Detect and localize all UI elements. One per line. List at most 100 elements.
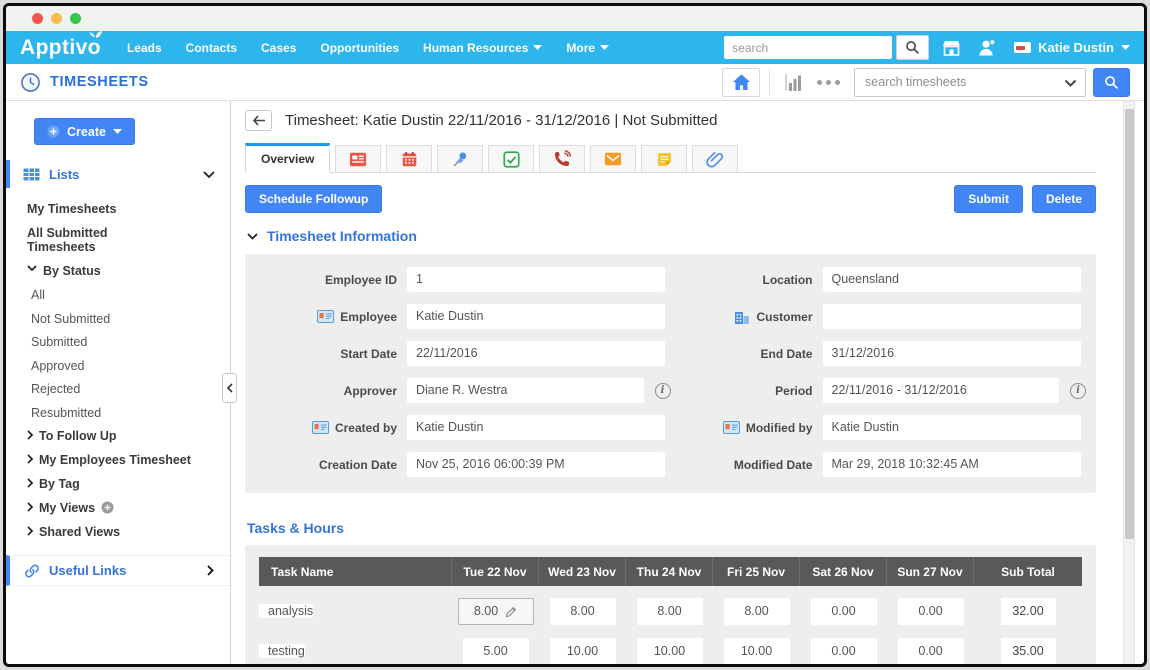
- timesheets-search-button[interactable]: [1093, 68, 1130, 97]
- sidebar-item-not-submitted[interactable]: Not Submitted: [27, 312, 230, 326]
- sidebar-item-shared-views[interactable]: Shared Views: [27, 525, 230, 539]
- field-value[interactable]: 22/11/2016: [407, 341, 665, 366]
- sidebar-lists-header[interactable]: Lists: [6, 160, 230, 188]
- sidebar-item-by-status[interactable]: By Status: [27, 264, 230, 278]
- hours-cell[interactable]: 8.00: [550, 598, 616, 625]
- chevron-down-icon[interactable]: [1064, 79, 1077, 87]
- sidebar-useful-links[interactable]: Useful Links: [6, 555, 230, 586]
- back-button[interactable]: [245, 110, 272, 131]
- contacts-agent-button[interactable]: [973, 35, 999, 61]
- global-search-input[interactable]: [724, 36, 892, 59]
- apptivo-logo[interactable]: Apptivo: [20, 36, 101, 60]
- nav-opportunities[interactable]: Opportunities: [320, 41, 399, 55]
- maximize-window-button[interactable]: [70, 13, 81, 24]
- create-button[interactable]: Create: [34, 118, 135, 145]
- hours-cell[interactable]: 10.00: [637, 638, 703, 665]
- hours-cell[interactable]: 0.00: [811, 638, 877, 665]
- detail-header: Timesheet: Katie Dustin 22/11/2016 - 31/…: [245, 110, 1096, 131]
- hours-cell[interactable]: 0.00: [811, 598, 877, 625]
- field-value[interactable]: Katie Dustin: [407, 415, 665, 440]
- close-window-button[interactable]: [32, 13, 43, 24]
- tab-overview[interactable]: Overview: [245, 143, 330, 173]
- main-panel: Timesheet: Katie Dustin 22/11/2016 - 31/…: [231, 101, 1144, 667]
- sidebar-item-my-timesheets[interactable]: My Timesheets: [27, 202, 230, 216]
- tab-calls[interactable]: [539, 145, 585, 172]
- pencil-icon[interactable]: [505, 606, 517, 618]
- nav-more[interactable]: More: [566, 41, 609, 55]
- sidebar-item-to-follow-up[interactable]: To Follow Up: [27, 429, 230, 443]
- sidebar-item-my-employees-timesheet[interactable]: My Employees Timesheet: [27, 453, 230, 467]
- delete-button[interactable]: Delete: [1032, 185, 1096, 213]
- topnav-right-controls: Katie Dustin: [724, 35, 1130, 61]
- hours-cell[interactable]: 10.00: [550, 638, 616, 665]
- info-icon[interactable]: i: [1070, 383, 1086, 399]
- hours-cell[interactable]: 5.00: [463, 638, 529, 665]
- hours-cell-editing[interactable]: 8.00: [458, 598, 534, 625]
- field-value[interactable]: 31/12/2016: [823, 341, 1081, 366]
- chevron-right-icon: [207, 565, 214, 576]
- task-name-cell[interactable]: analysis: [259, 604, 313, 618]
- field-value[interactable]: Queensland: [823, 267, 1081, 292]
- task-name-cell[interactable]: testing: [259, 644, 305, 658]
- appbar-toolbar: [722, 68, 1130, 97]
- hours-cell[interactable]: 10.00: [724, 638, 790, 665]
- sidebar-item-by-tag[interactable]: By Tag: [27, 477, 230, 491]
- field-value[interactable]: Katie Dustin: [407, 304, 665, 329]
- field-label: Customer: [671, 310, 823, 324]
- sidebar-collapse-handle[interactable]: [222, 373, 237, 403]
- contact-card-icon: [317, 310, 334, 323]
- info-icon[interactable]: i: [655, 383, 671, 399]
- nav-leads[interactable]: Leads: [127, 41, 162, 55]
- field-value[interactable]: 1: [407, 267, 665, 292]
- sidebar-item-all-submitted-timesheets[interactable]: All Submitted Timesheets: [27, 226, 230, 254]
- tab-emails[interactable]: [590, 145, 636, 172]
- hours-cell[interactable]: 0.00: [898, 638, 964, 665]
- tab-notes[interactable]: [641, 145, 687, 172]
- reports-button[interactable]: [779, 68, 809, 97]
- contact-card-icon: [312, 421, 329, 434]
- minimize-window-button[interactable]: [51, 13, 62, 24]
- sidebar-item-approved[interactable]: Approved: [27, 359, 230, 373]
- field-label: Approver: [255, 384, 407, 398]
- home-button[interactable]: [722, 68, 760, 97]
- envelope-icon: [604, 151, 622, 167]
- user-menu[interactable]: Katie Dustin: [1014, 40, 1130, 55]
- sidebar-item-rejected[interactable]: Rejected: [27, 382, 230, 396]
- nav-human-resources[interactable]: Human Resources: [423, 41, 542, 55]
- tab-followups[interactable]: [437, 145, 483, 172]
- main-vertical-scrollbar[interactable]: [1123, 101, 1135, 667]
- tab-newsfeed[interactable]: [335, 145, 381, 172]
- schedule-followup-button[interactable]: Schedule Followup: [245, 185, 382, 213]
- tab-tasks[interactable]: [488, 145, 534, 172]
- more-options-button[interactable]: [817, 80, 840, 85]
- sidebar-item-resubmitted[interactable]: Resubmitted: [27, 406, 230, 420]
- field-value[interactable]: Diane R. Westra: [407, 378, 644, 403]
- field-value[interactable]: [823, 304, 1081, 329]
- hours-cell[interactable]: 0.00: [898, 598, 964, 625]
- nav-cases[interactable]: Cases: [261, 41, 296, 55]
- field-value[interactable]: 22/11/2016 - 31/12/2016: [823, 378, 1060, 403]
- hours-cell[interactable]: 8.00: [637, 598, 703, 625]
- sidebar-item-my-views[interactable]: My Views: [27, 501, 230, 515]
- add-view-icon[interactable]: [101, 501, 114, 514]
- global-search-button[interactable]: [896, 35, 929, 60]
- table-row-testing: testing 5.00 10.00 10.00 10.00 0.00 0.00…: [259, 637, 1082, 666]
- field-value[interactable]: Nov 25, 2016 06:00:39 PM: [407, 452, 665, 477]
- sidebar-item-submitted[interactable]: Submitted: [27, 335, 230, 349]
- timesheet-information-heading[interactable]: Timesheet Information: [245, 228, 1096, 244]
- hours-cell[interactable]: 8.00: [724, 598, 790, 625]
- field-value[interactable]: Mar 29, 2018 10:32:45 AM: [823, 452, 1081, 477]
- vertical-scroll-thumb[interactable]: [1125, 109, 1134, 539]
- sidebar-item-all[interactable]: All: [27, 288, 230, 302]
- submit-button[interactable]: Submit: [954, 185, 1023, 213]
- tab-documents[interactable]: [692, 145, 738, 172]
- search-icon: [1104, 75, 1119, 90]
- tab-calendar[interactable]: [386, 145, 432, 172]
- timesheet-title: Timesheet: Katie Dustin 22/11/2016 - 31/…: [285, 112, 718, 129]
- timesheets-search-input[interactable]: [854, 68, 1086, 97]
- caret-down-icon: [600, 45, 609, 50]
- nav-contacts[interactable]: Contacts: [186, 41, 237, 55]
- field-location: Location Queensland: [671, 267, 1087, 292]
- app-store-button[interactable]: [938, 35, 964, 61]
- field-value[interactable]: Katie Dustin: [823, 415, 1081, 440]
